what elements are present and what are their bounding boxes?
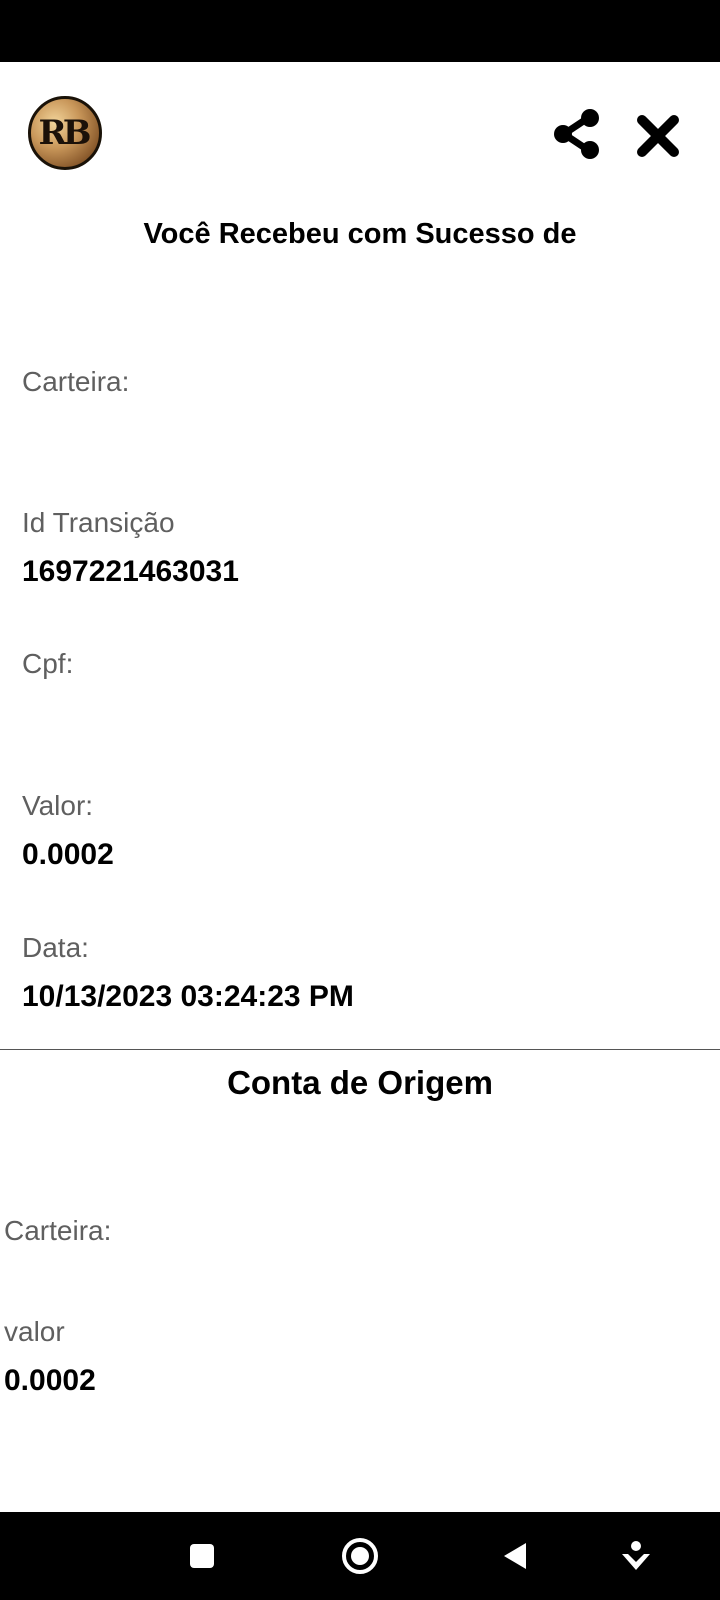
date-value: 10/13/2023 03:24:23 PM bbox=[22, 980, 354, 1013]
close-button[interactable] bbox=[636, 114, 680, 158]
wallet-label: Carteira: bbox=[22, 366, 130, 397]
date-label: Data: bbox=[22, 932, 89, 963]
extra-nav-button[interactable] bbox=[614, 1534, 658, 1578]
home-button[interactable] bbox=[338, 1534, 382, 1578]
circle-home-icon bbox=[342, 1538, 378, 1574]
amount-label: Valor: bbox=[22, 790, 94, 821]
status-bar bbox=[0, 0, 720, 62]
share-button[interactable] bbox=[552, 108, 604, 160]
triangle-back-icon bbox=[504, 1543, 526, 1569]
origin-amount-label: valor bbox=[4, 1316, 65, 1347]
amount-value: 0.0002 bbox=[22, 838, 114, 871]
origin-wallet-label: Carteira: bbox=[4, 1215, 112, 1246]
logo-text: RB bbox=[38, 113, 92, 153]
close-icon bbox=[637, 115, 679, 157]
back-button[interactable] bbox=[494, 1534, 538, 1578]
system-nav-bar bbox=[0, 1512, 720, 1600]
recents-button[interactable] bbox=[180, 1534, 224, 1578]
share-icon bbox=[554, 109, 599, 159]
cpf-label: Cpf: bbox=[22, 648, 74, 679]
person-down-icon bbox=[622, 1541, 650, 1570]
origin-amount-value: 0.0002 bbox=[4, 1364, 96, 1397]
square-icon bbox=[190, 1544, 214, 1568]
origin-section-title: Conta de Origem bbox=[227, 1064, 493, 1101]
section-divider bbox=[0, 1049, 720, 1050]
transaction-id-label: Id Transição bbox=[22, 507, 175, 538]
page-title: Você Recebeu com Sucesso de bbox=[143, 218, 577, 250]
app-logo: RB bbox=[28, 96, 102, 170]
transaction-id-value: 1697221463031 bbox=[22, 555, 239, 588]
